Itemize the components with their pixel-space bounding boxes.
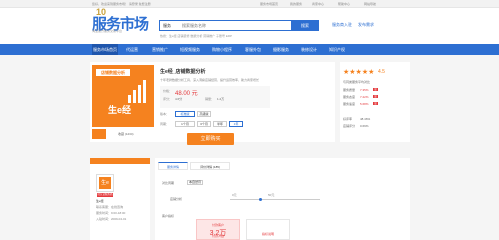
rating-row-label: 服务质量	[343, 88, 356, 92]
buy-now-button[interactable]: 立即购买	[187, 133, 234, 145]
nav-item-home[interactable]: 服务市场首页	[92, 44, 118, 55]
seller-card-strip	[90, 158, 150, 164]
welcome-text: 您好，欢迎来到服务市场！ 请登录 免费注册	[92, 2, 151, 6]
period-label: 周期：	[160, 122, 170, 126]
star-rating: ★★★★★	[343, 69, 375, 76]
tab-reviews[interactable]: 评价详情 (185)	[190, 162, 230, 170]
rating-row-label: 服务速度	[343, 102, 356, 106]
search-button[interactable]: 搜索	[291, 20, 319, 31]
range-slider[interactable]	[230, 198, 320, 201]
top-link-help-center[interactable]: 帮助中心	[338, 2, 350, 6]
rating-row-tag: 高	[373, 88, 378, 91]
store-analysis-label: 店铺分析	[170, 197, 183, 201]
seller-info-line: 服务时间：9:00-18:00	[96, 211, 126, 215]
customer-metrics-title: 客户指标	[162, 214, 175, 218]
nav-item-short-video[interactable]: 短视频服务	[176, 44, 204, 55]
rating-label: 评分：	[163, 97, 173, 101]
rating-score: 4.5	[378, 69, 385, 75]
search-category-select[interactable]: 服务	[163, 23, 171, 29]
rating-row-pct: 5.68%	[360, 102, 369, 106]
tab-service-detail[interactable]: 服务详情	[158, 162, 188, 170]
seller-avatar-text: 生e	[99, 177, 111, 189]
nav-item-customer-service[interactable]: 客服外包	[240, 44, 266, 55]
join-as-provider-link[interactable]: 服务商入驻	[332, 22, 352, 28]
rating-row-pct: 7.22%	[360, 95, 369, 99]
rating-row-tag: 高	[373, 95, 378, 98]
metric-card-title: 付款客户	[211, 223, 224, 227]
slider-max-label: 50元	[268, 193, 275, 197]
rating-row-label: 好评率	[343, 117, 353, 121]
metric-card-sub: 付款人数	[211, 234, 224, 238]
period-option-2[interactable]: 3个月	[197, 121, 211, 127]
top-link-my-services[interactable]: 我的服务	[290, 2, 302, 6]
site-logo[interactable]: 10 服务市场 淘宝官方服务交易平台	[92, 7, 149, 33]
logo-tagline: 淘宝官方服务交易平台	[92, 29, 123, 33]
bar-chart-icon	[128, 79, 150, 103]
nav-item-mini-program[interactable]: 购物小程序	[206, 44, 238, 55]
period-option-1[interactable]: 1个月	[175, 121, 195, 127]
top-link-site-nav[interactable]: 网站导航	[364, 2, 376, 6]
price-value: 48.00 元	[175, 91, 198, 97]
rating-compare-title: 与同类服务平均对比	[343, 80, 371, 84]
seller-avatar[interactable]: 生e	[96, 174, 114, 192]
version-label: 版本：	[160, 112, 170, 116]
slider-min-label: 0元	[232, 193, 237, 197]
rating-row-pct: 0.69%	[360, 124, 369, 128]
compare-period-select[interactable]: 本自然月	[187, 180, 203, 185]
search-box: 服务 搜索	[159, 20, 319, 31]
top-link-home[interactable]: 服务市场首页	[260, 2, 278, 6]
nav-item-operation[interactable]: 代运营	[120, 44, 144, 55]
top-link-merchant-center[interactable]: 商家中心	[312, 2, 324, 6]
product-image-brand: 生e经	[108, 105, 132, 115]
search-input[interactable]	[182, 22, 290, 29]
nav-item-design[interactable]: 装修设计	[296, 44, 322, 55]
product-image[interactable]: 店铺数据分析 生e经	[92, 65, 154, 127]
top-utility-bar: 您好，欢迎来到服务市场！ 请登录 免费注册 服务市场首页 我的服务 商家中心 帮…	[0, 0, 499, 8]
seller-info-line[interactable]: 联系客服：在线咨询	[96, 205, 123, 209]
nav-item-marketing[interactable]: 营销推广	[146, 44, 174, 55]
period-option-4[interactable]: 1年	[229, 121, 243, 127]
favorite-link[interactable]: 收藏 (1234)	[118, 132, 134, 136]
hot-search-words[interactable]: 热搜：生e经 店铺装修 数据分析 营销推广 子账号 ERP	[160, 34, 232, 38]
sales-value: 1.2万	[217, 97, 225, 101]
rating-row-pct: 48.46%	[360, 117, 371, 121]
seller-name[interactable]: 生e经	[96, 199, 104, 203]
nav-item-ip[interactable]: 知识产权	[324, 44, 350, 55]
nav-item-photography[interactable]: 摄影服务	[268, 44, 294, 55]
period-option-3[interactable]: 半年	[213, 121, 227, 127]
rating-value: 4.6分	[175, 97, 183, 101]
rating-row-label: 店铺评分	[343, 124, 356, 128]
product-title: 生e经_店铺数据分析	[160, 69, 206, 75]
product-thumbnail[interactable]	[92, 129, 106, 139]
rating-row-tag: 高	[373, 102, 378, 105]
metric-card-sub: 指标说明	[261, 232, 274, 236]
main-nav: 服务市场首页 代运营 营销推广 短视频服务 购物小程序 客服外包 摄影服务 装修…	[0, 44, 499, 55]
rating-row-pct: 7.35%	[360, 88, 369, 92]
compare-period-label: 对比周期	[162, 181, 175, 185]
metric-card[interactable]: 指标说明	[246, 219, 290, 240]
version-option-advanced[interactable]: 高级版	[197, 111, 211, 117]
sales-label: 销量：	[205, 97, 215, 101]
product-image-banner: 店铺数据分析	[96, 69, 130, 76]
verified-badge: 已认证服务商	[97, 193, 113, 197]
product-description: 十年老牌数据分析工具，深入洞察店铺经营，提升运营效率，助力商家增长	[160, 78, 260, 82]
post-request-link[interactable]: 发布需求	[358, 22, 374, 28]
metric-card[interactable]: 付款客户 3.2万 付款人数	[196, 219, 240, 240]
rating-row-label: 服务态度	[343, 95, 356, 99]
price-label: 价格：	[163, 89, 173, 93]
seller-info-line: 入驻时间：2009-04-01	[96, 217, 127, 221]
version-option-standard[interactable]: 标准版	[175, 111, 195, 117]
